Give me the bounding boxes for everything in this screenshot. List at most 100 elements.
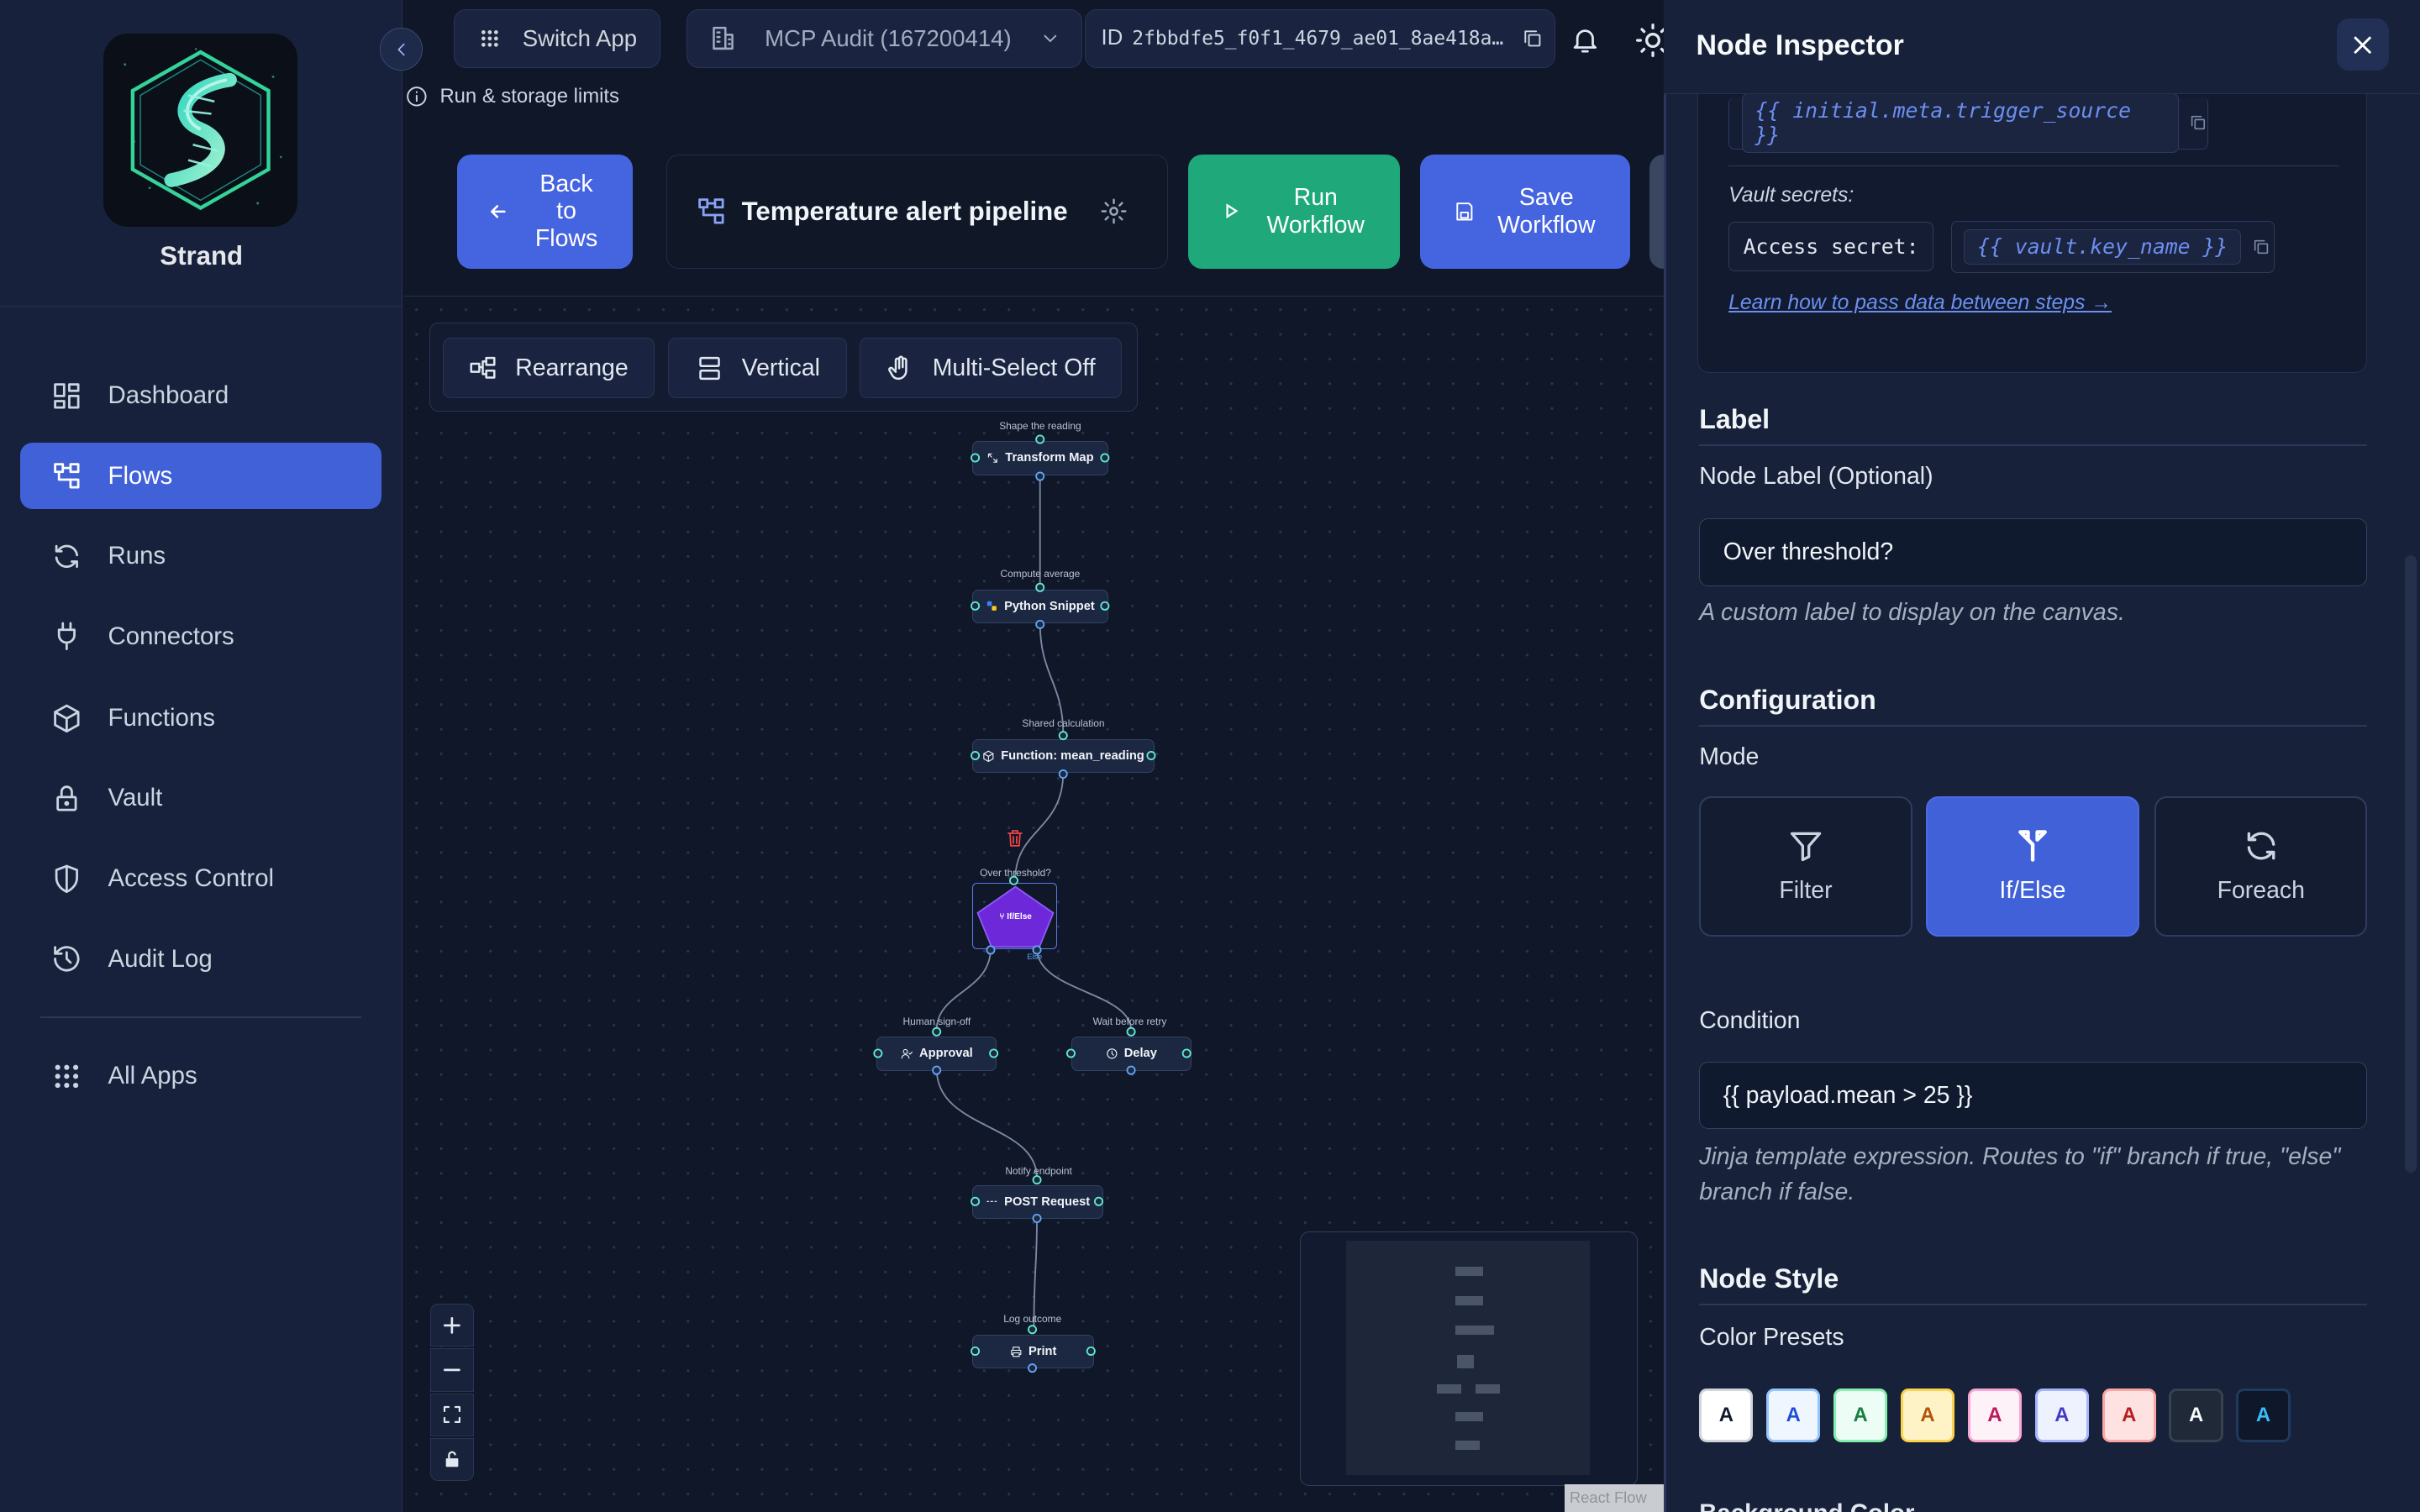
copy-icon[interactable] xyxy=(1522,28,1544,50)
chevron-down-icon xyxy=(1044,34,1056,43)
runs-icon xyxy=(55,544,78,568)
divider xyxy=(1699,725,2368,727)
filter-icon xyxy=(1790,832,1822,862)
dashboard-icon xyxy=(53,382,80,409)
sidebar-item-label: Vault xyxy=(108,784,163,812)
sidebar-item-label: Connectors xyxy=(108,622,234,650)
node-style-section-heading: Node Style xyxy=(1699,1263,1839,1294)
more-actions-button[interactable] xyxy=(1649,154,1664,269)
history-icon xyxy=(53,946,80,972)
sidebar-item-runs[interactable]: Runs xyxy=(20,523,381,590)
node-label-input[interactable]: Over threshold? xyxy=(1699,518,2368,586)
apps-grid-icon xyxy=(55,1064,78,1088)
sidebar-item-all-apps[interactable]: All Apps xyxy=(20,1043,381,1110)
flows-icon xyxy=(53,463,80,489)
color-preset-swatch[interactable]: A xyxy=(2169,1389,2223,1443)
minimap-node xyxy=(1455,1295,1484,1305)
sidebar-item-connectors[interactable]: Connectors xyxy=(20,603,381,669)
color-preset-swatch[interactable]: A xyxy=(1833,1389,1888,1443)
brand-name: Strand xyxy=(160,240,244,270)
lock-icon xyxy=(55,785,77,811)
mode-label: Foreach xyxy=(2217,877,2305,905)
building-icon xyxy=(713,27,734,50)
id-prefix: ID xyxy=(1101,26,1123,50)
lock-canvas-button[interactable] xyxy=(430,1437,474,1482)
trigger-source-chip[interactable]: {{ initial.meta.trigger_source }} xyxy=(1728,92,2209,153)
inspector-title: Node Inspector xyxy=(1696,29,1904,61)
lock-icon xyxy=(445,1452,459,1467)
cube-icon xyxy=(53,704,80,732)
color-preset-swatch[interactable]: A xyxy=(2034,1389,2089,1443)
sidebar-item-access-control[interactable]: Access Control xyxy=(20,846,381,912)
flow-name: Temperature alert pipeline xyxy=(741,196,1068,226)
sidebar-item-label: Functions xyxy=(108,703,215,732)
play-icon xyxy=(1226,203,1238,219)
minimap-node xyxy=(1475,1383,1501,1394)
copy-icon[interactable] xyxy=(2189,113,2207,132)
close-icon xyxy=(2354,36,2372,54)
org-selector[interactable]: MCP Audit (167200414) xyxy=(687,9,1082,68)
save-workflow-button[interactable]: Save Workflow xyxy=(1419,154,1630,269)
vault-secrets-label: Vault secrets: xyxy=(1728,183,1854,207)
app-logo[interactable] xyxy=(103,34,298,227)
color-preset-swatch[interactable]: A xyxy=(1766,1389,1821,1443)
workflow-id-field[interactable]: ID 2fbbdfe5_f0f1_4679_ae01_8ae418a… xyxy=(1085,9,1556,68)
sidebar-divider xyxy=(0,305,403,307)
color-preset-swatch[interactable]: A xyxy=(1900,1389,1955,1443)
zoom-out-button[interactable] xyxy=(430,1348,474,1392)
collapse-sidebar-button[interactable] xyxy=(379,28,424,71)
sidebar-divider xyxy=(39,1016,361,1019)
arrow-left-icon xyxy=(491,204,507,218)
zoom-in-button[interactable] xyxy=(430,1304,474,1347)
vault-key-chip[interactable]: {{ vault.key_name }} xyxy=(1950,220,2275,274)
switch-app-button[interactable]: Switch App xyxy=(453,9,661,68)
close-inspector-button[interactable] xyxy=(2336,18,2390,71)
fit-view-button[interactable] xyxy=(430,1393,474,1436)
fit-view-icon xyxy=(444,1406,461,1424)
save-label: Save Workflow xyxy=(1497,183,1596,239)
notifications-button[interactable] xyxy=(1570,24,1601,55)
color-preset-swatch[interactable]: A xyxy=(2102,1389,2156,1443)
divider xyxy=(1728,165,2340,167)
condition-input[interactable]: {{ payload.mean > 25 }} xyxy=(1699,1061,2368,1130)
mode-filter-button[interactable]: Filter xyxy=(1699,795,1912,937)
gear-icon[interactable] xyxy=(1100,197,1128,225)
condition-label: Condition xyxy=(1699,1007,1801,1035)
mode-foreach-button[interactable]: Foreach xyxy=(2154,795,2368,937)
dna-logo-icon xyxy=(124,48,282,211)
sidebar-item-flows[interactable]: Flows xyxy=(19,443,381,510)
sidebar xyxy=(0,0,403,1512)
react-flow-attribution[interactable]: React Flow xyxy=(1565,1483,1664,1512)
sidebar-item-audit-log[interactable]: Audit Log xyxy=(20,926,381,992)
inspector-scrollbar[interactable] xyxy=(2404,555,2417,1173)
learn-data-passing-link[interactable]: Learn how to pass data between steps → xyxy=(1728,291,2112,315)
id-value: 2fbbdfe5_f0f1_4679_ae01_8ae418a… xyxy=(1132,27,1504,50)
switch-app-label: Switch App xyxy=(522,24,638,51)
plug-icon xyxy=(57,622,76,651)
copy-icon[interactable] xyxy=(2252,238,2270,256)
mode-label: If/Else xyxy=(1999,877,2066,905)
run-storage-limits-link[interactable]: Run & storage limits xyxy=(406,85,619,108)
save-icon xyxy=(1456,202,1473,221)
shield-icon xyxy=(55,864,78,893)
color-preset-swatch[interactable]: A xyxy=(1967,1389,2023,1443)
color-preset-swatch[interactable]: A xyxy=(2236,1389,2291,1443)
back-to-flows-button[interactable]: Back to Flows xyxy=(456,154,634,269)
configuration-section-heading: Configuration xyxy=(1699,685,1876,716)
condition-help: Jinja template expression. Routes to "if… xyxy=(1699,1143,2341,1205)
mode-label: Mode xyxy=(1699,743,1760,771)
sidebar-item-vault[interactable]: Vault xyxy=(20,765,381,832)
color-presets-label: Color Presets xyxy=(1699,1323,1844,1351)
flow-title-box[interactable]: Temperature alert pipeline xyxy=(666,154,1169,269)
trigger-source-code: {{ initial.meta.trigger_source }} xyxy=(1741,92,2179,153)
sidebar-item-functions[interactable]: Functions xyxy=(20,685,381,751)
vault-key-code: {{ vault.key_name }} xyxy=(1964,228,2242,265)
plus-icon xyxy=(444,1316,461,1334)
color-preset-swatch[interactable]: A xyxy=(1699,1389,1754,1443)
run-workflow-button[interactable]: Run Workflow xyxy=(1188,154,1400,269)
sidebar-item-label: Access Control xyxy=(108,864,275,892)
mode-if-else-button[interactable]: If/Else xyxy=(1926,795,2139,937)
label-section-heading: Label xyxy=(1699,404,1770,435)
sidebar-item-dashboard[interactable]: Dashboard xyxy=(20,363,381,429)
node-label-title: Node Label (Optional) xyxy=(1699,463,1933,490)
